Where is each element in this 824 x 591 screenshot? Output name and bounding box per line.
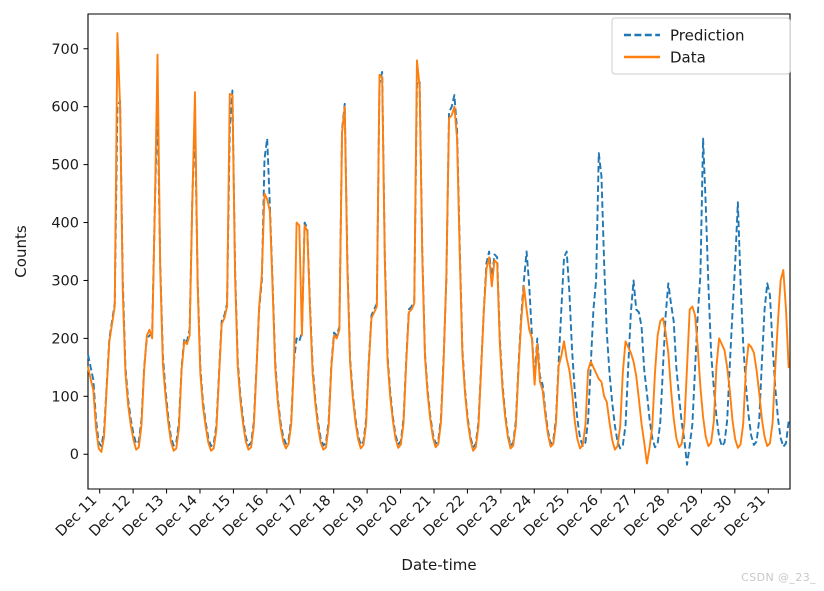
y-tick-label: 700 (51, 42, 79, 58)
plot-area: 0100200300400500600700Dec 11Dec 12Dec 13… (12, 13, 791, 574)
y-tick-label: 400 (51, 216, 79, 232)
y-tick-label: 300 (51, 273, 79, 289)
watermark: CSDN @_23_ (741, 571, 816, 584)
y-tick-label: 0 (70, 447, 79, 463)
y-tick-label: 100 (51, 389, 79, 405)
y-tick-label: 600 (51, 100, 79, 116)
legend-label-prediction: Prediction (670, 27, 745, 45)
line-chart: 0100200300400500600700Dec 11Dec 12Dec 13… (12, 13, 791, 574)
y-tick-label: 200 (51, 331, 79, 347)
y-axis-title: Counts (12, 225, 30, 278)
series-line-data (87, 32, 790, 465)
y-tick-label: 500 (51, 158, 79, 174)
chart-figure: 0 100 200 300 400 500 600 700 Dec 11 Dec 12 Dec 13… (0, 0, 824, 591)
x-axis-title: Date-time (401, 556, 476, 574)
legend-label-data: Data (670, 49, 706, 67)
